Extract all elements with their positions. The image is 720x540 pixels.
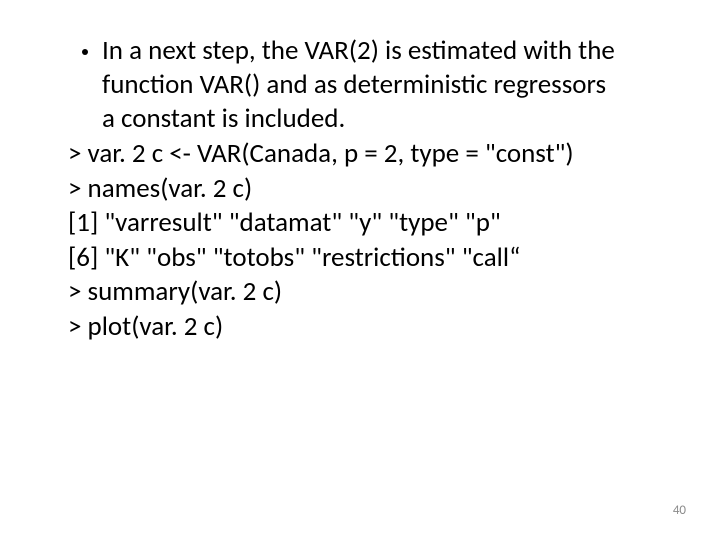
code-line-2: > names(var. 2 c) — [68, 172, 670, 207]
code-line-4: [6] "K" "obs" "totobs" "restrictions" "c… — [68, 241, 670, 276]
bullet-dot-icon — [82, 49, 88, 55]
code-line-1: > var. 2 c <- VAR(Canada, p = 2, type = … — [68, 137, 670, 172]
page-number: 40 — [673, 503, 686, 518]
slide-content: In a next step, the VAR(2) is estimated … — [0, 0, 720, 345]
code-line-6: > plot(var. 2 c) — [68, 310, 670, 345]
bullet-text: In a next step, the VAR(2) is estimated … — [102, 34, 622, 135]
bullet-item: In a next step, the VAR(2) is estimated … — [82, 34, 670, 135]
code-line-5: > summary(var. 2 c) — [68, 275, 670, 310]
code-line-3: [1] "varresult" "datamat" "y" "type" "p" — [68, 206, 670, 241]
